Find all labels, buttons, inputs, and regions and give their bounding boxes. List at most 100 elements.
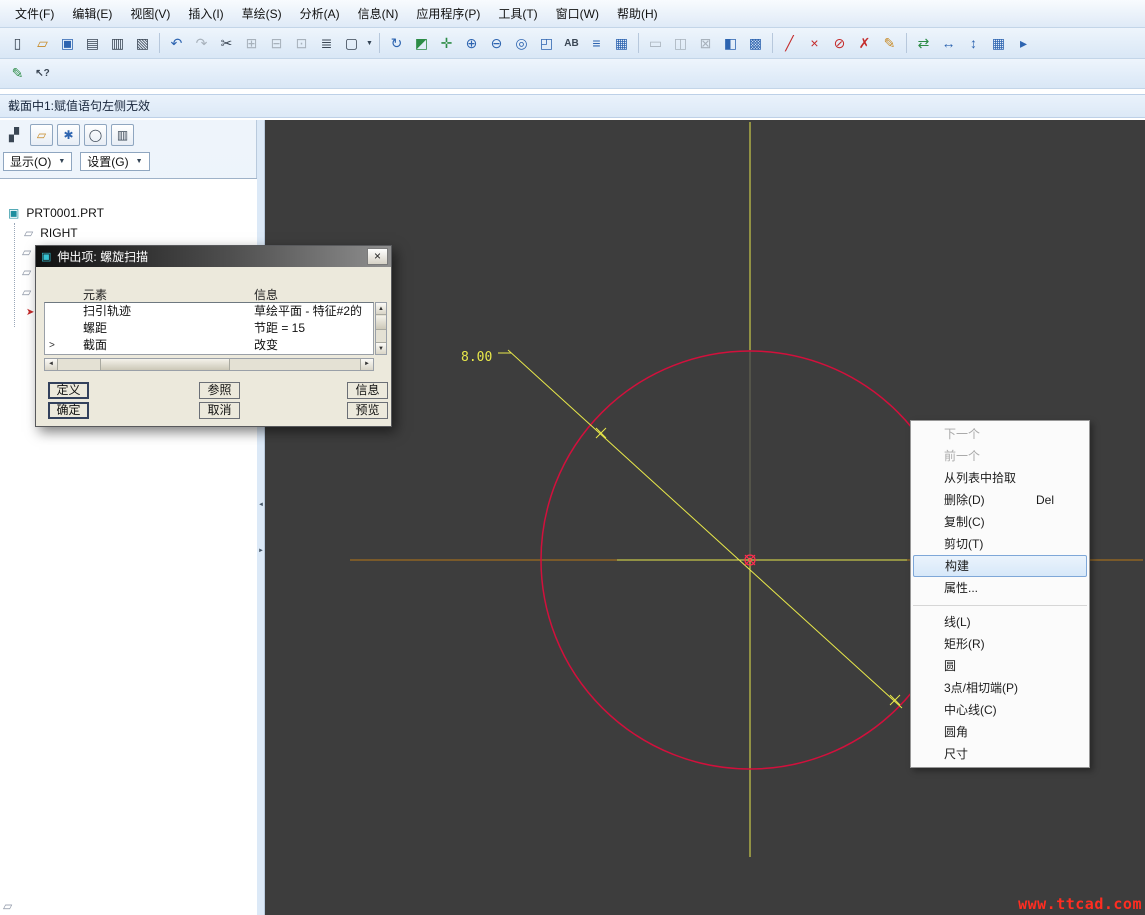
preview-button[interactable]: 预览 — [347, 402, 388, 419]
datum-plane-icon[interactable]: ▱ — [22, 285, 31, 299]
menu-sketch[interactable]: 草绘(S) — [233, 1, 291, 26]
sketch-line-icon[interactable]: ╱ — [777, 32, 802, 55]
folder-browser-icon[interactable]: ▱ — [30, 124, 53, 146]
sketcher-mode-icon[interactable]: ✎ — [5, 62, 30, 85]
column-display-icon[interactable]: ▥ — [111, 124, 134, 146]
ok-button[interactable]: 确定 — [48, 402, 89, 419]
screen-toggle-icon[interactable]: ▩ — [743, 32, 768, 55]
menu-analysis[interactable]: 分析(A) — [291, 1, 349, 26]
print-setup-icon[interactable]: ▥ — [105, 32, 130, 55]
cancel-button[interactable]: 取消 — [199, 402, 240, 419]
menu-window[interactable]: 窗口(W) — [547, 1, 608, 26]
menu-tools[interactable]: 工具(T) — [489, 1, 546, 26]
scroll-down-icon[interactable]: ▼ — [376, 342, 386, 354]
toolbar-separator — [379, 33, 380, 53]
shade-icon[interactable]: ◩ — [409, 32, 434, 55]
display-mode-icon[interactable]: ◧ — [718, 32, 743, 55]
history-icon[interactable]: ◯ — [84, 124, 107, 146]
menu-help[interactable]: 帮助(H) — [608, 1, 667, 26]
scrollbar-thumb[interactable] — [376, 316, 386, 330]
context-menu-item-properties[interactable]: 属性... — [911, 577, 1089, 599]
context-help-icon[interactable]: ↖? — [30, 62, 55, 85]
insert-here-icon[interactable]: ➤ — [26, 307, 34, 318]
element-row-pitch[interactable]: 螺距 节距 = 15 — [45, 320, 373, 337]
menu-applications[interactable]: 应用程序(P) — [407, 1, 489, 26]
context-menu-item-next: 下一个 — [911, 423, 1089, 445]
zoom-box-icon[interactable]: ◰ — [534, 32, 559, 55]
menu-file[interactable]: 文件(F) — [6, 1, 63, 26]
vertical-scrollbar[interactable]: ▲ ▼ — [375, 302, 387, 355]
zoom-out-icon[interactable]: ⊖ — [484, 32, 509, 55]
cut-icon[interactable]: ✂ — [214, 32, 239, 55]
erase-icon[interactable]: ▧ — [130, 32, 155, 55]
graphics-area[interactable]: 8.00 下一个 前一个 从列表中拾取 删除(D) Del 复制(C) 剪切(T)… — [265, 120, 1145, 915]
regenerate-icon[interactable]: ≣ — [314, 32, 339, 55]
tree-item-part[interactable]: ▣ PRT0001.PRT — [0, 203, 257, 223]
fit-width-icon[interactable]: ↔ — [936, 32, 961, 55]
diameter-construction-line[interactable] — [507, 349, 903, 709]
zoom-in-icon[interactable]: ⊕ — [459, 32, 484, 55]
delete-segment-icon[interactable]: × — [802, 32, 827, 55]
context-menu-item-delete[interactable]: 删除(D) Del — [911, 489, 1089, 511]
saved-orientations-icon[interactable]: AB — [559, 32, 584, 55]
layers-icon[interactable]: ≡ — [584, 32, 609, 55]
view-manager-icon[interactable]: ▦ — [609, 32, 634, 55]
context-menu-item-construct[interactable]: 构建 — [913, 555, 1087, 577]
swap-views-icon[interactable]: ⇄ — [911, 32, 936, 55]
close-icon[interactable]: × — [367, 248, 388, 265]
context-menu-item-copy[interactable]: 复制(C) — [911, 511, 1089, 533]
horizontal-scrollbar[interactable]: ◄ ► — [44, 358, 374, 371]
current-row-marker: > — [49, 340, 55, 351]
context-menu-item-centerline[interactable]: 中心线(C) — [911, 699, 1089, 721]
favorites-icon[interactable]: ✱ — [57, 124, 80, 146]
element-row-trajectory[interactable]: 扫引轨迹 草绘平面 - 特征#2的 — [45, 303, 373, 320]
tree-columns-icon[interactable]: ▞ — [2, 124, 26, 146]
menu-view[interactable]: 视图(V) — [121, 1, 179, 26]
scroll-right-icon[interactable]: ► — [360, 359, 373, 370]
select-box-icon[interactable]: ▢ — [339, 32, 364, 55]
dialog-titlebar[interactable]: ▣ 伸出项: 螺旋扫描 × — [36, 246, 391, 267]
references-button[interactable]: 参照 — [199, 382, 240, 399]
dimension-value[interactable]: 8.00 — [461, 350, 492, 365]
select-box-dropdown-icon[interactable]: ▼ — [364, 32, 375, 55]
context-menu-item-circle[interactable]: 圆 — [911, 655, 1089, 677]
undo-icon[interactable]: ↶ — [164, 32, 189, 55]
divide-entity-icon[interactable]: ⊘ — [827, 32, 852, 55]
tree-item-right-plane[interactable]: ▱ RIGHT — [0, 223, 257, 243]
element-row-section[interactable]: > 截面 改变 — [45, 337, 373, 354]
grid-icon[interactable]: ▦ — [986, 32, 1011, 55]
repaint-icon[interactable]: ↻ — [384, 32, 409, 55]
context-menu-item-cut[interactable]: 剪切(T) — [911, 533, 1089, 555]
show-dropdown[interactable]: 显示(O) ▼ — [3, 152, 73, 171]
constraints-icon[interactable]: ✗ — [852, 32, 877, 55]
context-menu-item-rectangle[interactable]: 矩形(R) — [911, 633, 1089, 655]
context-menu-item-fillet[interactable]: 圆角 — [911, 721, 1089, 743]
context-menu-item-line[interactable]: 线(L) — [911, 611, 1089, 633]
save-icon[interactable]: ▣ — [55, 32, 80, 55]
spin-center-icon[interactable]: ✛ — [434, 32, 459, 55]
collapse-panel-icon[interactable]: ◄ — [257, 502, 265, 508]
expand-panel-icon[interactable]: ► — [257, 548, 265, 554]
fit-height-icon[interactable]: ↕ — [961, 32, 986, 55]
context-menu-item-3point-tangent[interactable]: 3点/相切端(P) — [911, 677, 1089, 699]
datum-plane-icon[interactable]: ▱ — [22, 265, 31, 279]
context-menu-item-dimension[interactable]: 尺寸 — [911, 743, 1089, 765]
context-menu-item-pick-from-list[interactable]: 从列表中拾取 — [911, 467, 1089, 489]
info-button[interactable]: 信息 — [347, 382, 388, 399]
refit-icon[interactable]: ◎ — [509, 32, 534, 55]
panel-splitter[interactable]: ◄ ► — [257, 120, 265, 915]
menu-info[interactable]: 信息(N) — [349, 1, 408, 26]
menu-edit[interactable]: 编辑(E) — [63, 1, 121, 26]
toolbar-overflow-icon[interactable]: ▸ — [1011, 32, 1036, 55]
modify-dims-icon[interactable]: ✎ — [877, 32, 902, 55]
print-icon[interactable]: ▤ — [80, 32, 105, 55]
open-file-icon[interactable]: ▱ — [30, 32, 55, 55]
datum-plane-icon[interactable]: ▱ — [22, 245, 31, 259]
settings-dropdown[interactable]: 设置(G) ▼ — [80, 152, 150, 171]
new-file-icon[interactable]: ▯ — [5, 32, 30, 55]
scroll-left-icon[interactable]: ◄ — [45, 359, 58, 370]
scrollbar-thumb[interactable] — [100, 359, 230, 370]
scroll-up-icon[interactable]: ▲ — [376, 303, 386, 315]
menu-insert[interactable]: 插入(I) — [179, 1, 232, 26]
define-button[interactable]: 定义 — [48, 382, 89, 399]
